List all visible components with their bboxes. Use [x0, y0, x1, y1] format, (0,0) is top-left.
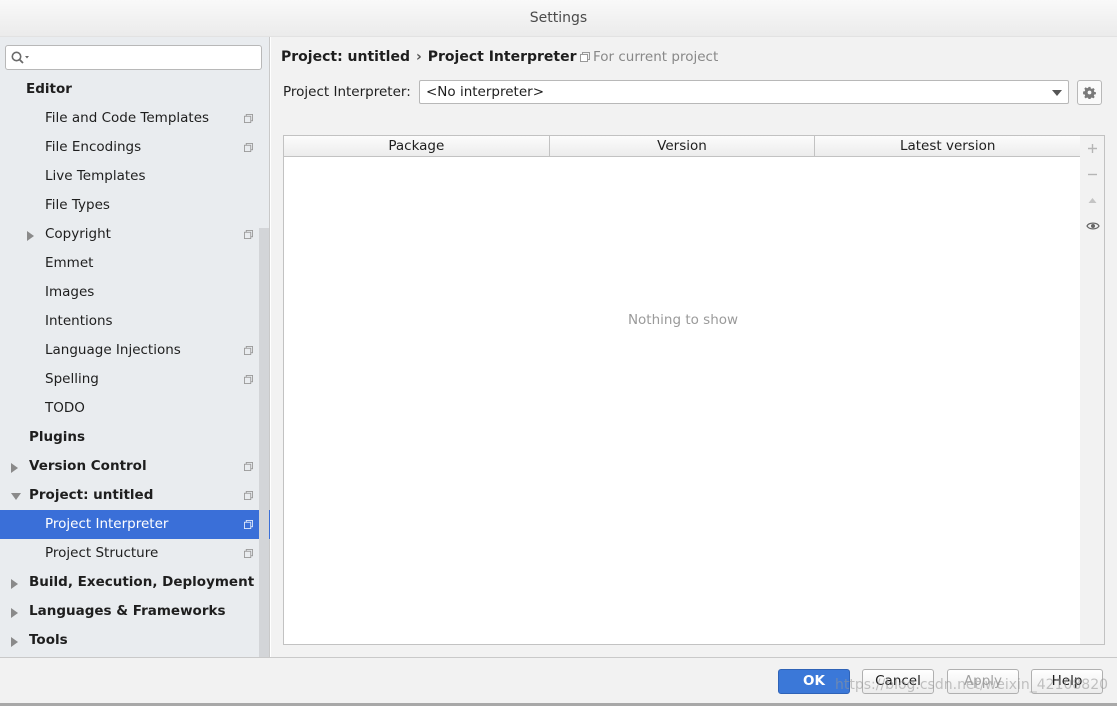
- breadcrumb-parent: Project: untitled: [281, 49, 410, 65]
- interpreter-value: <No interpreter>: [426, 84, 545, 100]
- sidebar-item-project-interpreter[interactable]: Project Interpreter: [0, 510, 270, 539]
- project-interpreter-panel: Project: untitled › Project Interpreter Fo…: [271, 37, 1117, 657]
- sidebar-scrollbar[interactable]: [259, 228, 269, 657]
- sidebar-item-label: Plugins: [29, 429, 86, 445]
- copy-icon: [244, 375, 253, 384]
- sidebar-item-project-untitled[interactable]: Project: untitled: [0, 481, 270, 510]
- copy-icon: [244, 462, 253, 471]
- table-toolbar: [1080, 135, 1105, 645]
- breadcrumb-separator: ›: [415, 49, 422, 65]
- interpreter-label: Project Interpreter:: [283, 84, 411, 100]
- window-titlebar: Settings: [0, 0, 1117, 37]
- sidebar-item-label: Language Injections: [45, 342, 181, 358]
- breadcrumb-current: Project Interpreter: [427, 49, 577, 65]
- chevron-down-icon[interactable]: [1052, 90, 1062, 96]
- sidebar-item-label: Tools: [29, 632, 68, 648]
- upgrade-package-button[interactable]: [1080, 188, 1105, 212]
- settings-sidebar: Editor File and Code Templates File Encodi…: [0, 37, 270, 657]
- ok-button[interactable]: OK: [778, 669, 850, 694]
- sidebar-item-label: Editor: [26, 81, 72, 97]
- sidebar-item-label: Live Templates: [45, 168, 146, 184]
- sidebar-item-build-execution-deployment[interactable]: Build, Execution, Deployment: [0, 568, 270, 597]
- breadcrumb: Project: untitled › Project Interpreter: [281, 47, 577, 67]
- install-package-button[interactable]: [1080, 136, 1105, 160]
- sidebar-item-label: Copyright: [45, 226, 111, 242]
- sidebar-item-todo[interactable]: TODO: [0, 394, 270, 423]
- column-header-latest-version[interactable]: Latest version: [815, 136, 1080, 156]
- copy-icon: [244, 143, 253, 152]
- sidebar-item-editor[interactable]: Editor: [0, 75, 270, 104]
- copy-icon: [580, 52, 590, 62]
- interpreter-dropdown[interactable]: <No interpreter>: [419, 80, 1069, 104]
- column-header-version[interactable]: Version: [550, 136, 816, 156]
- chevron-right-icon[interactable]: [11, 463, 18, 473]
- packages-table-header: Package Version Latest version: [284, 136, 1080, 157]
- sidebar-item-label: Emmet: [45, 255, 94, 271]
- gear-icon: [1083, 86, 1096, 99]
- window-title: Settings: [529, 10, 588, 26]
- scope-indicator: For current project: [580, 47, 718, 67]
- sidebar-item-label: File Encodings: [45, 139, 142, 155]
- sidebar-item-label: File and Code Templates: [45, 110, 210, 126]
- sidebar-item-project-structure[interactable]: Project Structure: [0, 539, 270, 568]
- sidebar-item-label: Project Interpreter: [45, 516, 169, 532]
- sidebar-item-intentions[interactable]: Intentions: [0, 307, 270, 336]
- sidebar-item-label: Intentions: [45, 313, 113, 329]
- search-input[interactable]: [5, 45, 262, 70]
- sidebar-item-label: File Types: [45, 197, 110, 213]
- sidebar-item-file-and-code-templates[interactable]: File and Code Templates: [0, 104, 270, 133]
- sidebar-item-plugins[interactable]: Plugins: [0, 423, 270, 452]
- apply-button[interactable]: Apply: [947, 669, 1019, 694]
- sidebar-item-label: TODO: [45, 400, 85, 416]
- uninstall-package-button[interactable]: [1080, 162, 1105, 186]
- sidebar-item-live-templates[interactable]: Live Templates: [0, 162, 270, 191]
- sidebar-item-spelling[interactable]: Spelling: [0, 365, 270, 394]
- chevron-right-icon[interactable]: [27, 231, 34, 241]
- sidebar-item-label: Build, Execution, Deployment: [29, 574, 255, 590]
- sidebar-item-label: Spelling: [45, 371, 99, 387]
- copy-icon: [244, 346, 253, 355]
- column-header-package[interactable]: Package: [284, 136, 550, 156]
- chevron-right-icon[interactable]: [11, 579, 18, 589]
- dialog-footer: OK Cancel Apply Help: [0, 657, 1117, 706]
- sidebar-item-label: Project: untitled: [29, 487, 154, 503]
- sidebar-item-label: Version Control: [29, 458, 147, 474]
- sidebar-item-tools[interactable]: Tools: [0, 626, 270, 655]
- chevron-down-icon[interactable]: [11, 493, 21, 500]
- empty-table-message: Nothing to show: [627, 312, 739, 328]
- chevron-right-icon[interactable]: [11, 637, 18, 647]
- sidebar-item-label: Images: [45, 284, 95, 300]
- copy-icon: [244, 230, 253, 239]
- copy-icon: [244, 520, 253, 529]
- interpreter-settings-button[interactable]: [1077, 80, 1102, 105]
- copy-icon: [244, 549, 253, 558]
- sidebar-item-languages-frameworks[interactable]: Languages & Frameworks: [0, 597, 270, 626]
- sidebar-item-label: Project Structure: [45, 545, 159, 561]
- sidebar-item-file-encodings[interactable]: File Encodings: [0, 133, 270, 162]
- chevron-right-icon[interactable]: [11, 608, 18, 618]
- sidebar-item-language-injections[interactable]: Language Injections: [0, 336, 270, 365]
- show-early-releases-button[interactable]: [1080, 214, 1105, 238]
- eye-icon: [1085, 222, 1100, 230]
- sidebar-item-version-control[interactable]: Version Control: [0, 452, 270, 481]
- sidebar-item-file-types[interactable]: File Types: [0, 191, 270, 220]
- cancel-button[interactable]: Cancel: [862, 669, 934, 694]
- minus-icon: [1088, 173, 1097, 175]
- scope-label: For current project: [593, 49, 719, 65]
- plus-icon: [1088, 143, 1097, 153]
- search-icon[interactable]: [10, 50, 30, 66]
- sidebar-item-emmet[interactable]: Emmet: [0, 249, 270, 278]
- settings-tree: Editor File and Code Templates File Encodi…: [0, 75, 270, 655]
- sidebar-item-images[interactable]: Images: [0, 278, 270, 307]
- sidebar-item-copyright[interactable]: Copyright: [0, 220, 270, 249]
- copy-icon: [244, 491, 253, 500]
- copy-icon: [244, 114, 253, 123]
- sidebar-item-label: Languages & Frameworks: [29, 603, 226, 619]
- help-button[interactable]: Help: [1031, 669, 1103, 694]
- packages-table: Package Version Latest version Nothing t…: [283, 135, 1081, 645]
- upgrade-icon: [1088, 197, 1097, 203]
